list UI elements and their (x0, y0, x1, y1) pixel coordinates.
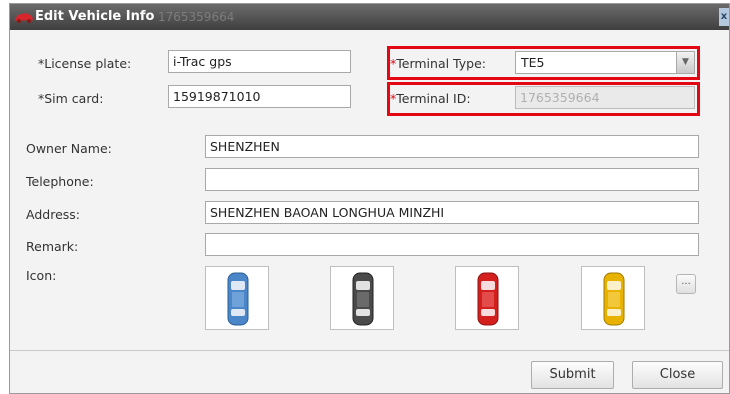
license-plate-label: *License plate: (38, 56, 132, 71)
dialog-title: Edit Vehicle Info (35, 9, 155, 24)
car-black-icon (352, 272, 374, 326)
car-blue-icon-option[interactable] (205, 266, 269, 330)
owner-name-label: Owner Name: (26, 141, 112, 156)
chevron-down-icon[interactable]: ▼ (676, 52, 694, 73)
car-yellow-icon-option[interactable] (581, 266, 645, 330)
car-black-icon-option[interactable] (330, 266, 394, 330)
address-input[interactable]: SHENZHEN BAOAN LONGHUA MINZHI (205, 201, 699, 224)
car-logo-icon (15, 13, 33, 23)
edit-vehicle-dialog: Edit Vehicle Info 1765359664 x *License … (9, 3, 730, 394)
terminal-type-select[interactable]: TE5 ▼ (515, 51, 695, 74)
terminal-id-label-text: Terminal ID: (396, 91, 471, 106)
submit-button[interactable]: Submit (531, 361, 614, 389)
owner-name-input[interactable]: SHENZHEN (205, 135, 699, 158)
sim-card-input[interactable]: 15919871010 (168, 85, 351, 108)
address-label: Address: (26, 207, 80, 222)
telephone-label: Telephone: (26, 174, 94, 189)
car-yellow-icon (603, 272, 625, 326)
sim-card-label: *Sim card: (38, 91, 104, 106)
remark-input[interactable] (205, 233, 699, 256)
remark-label: Remark: (26, 239, 79, 254)
terminal-type-label: *Terminal Type: (390, 56, 486, 71)
close-button[interactable]: Close (632, 361, 723, 389)
terminal-id-input: 1765359664 (515, 86, 695, 109)
dialog-titlebar[interactable]: Edit Vehicle Info 1765359664 x (10, 4, 729, 30)
car-red-icon-option[interactable] (455, 266, 519, 330)
footer-divider (10, 350, 729, 351)
terminal-type-value: TE5 (521, 55, 545, 70)
car-blue-icon (227, 272, 249, 326)
title-ghost-text: 1765359664 (158, 10, 235, 24)
license-plate-input[interactable]: i-Trac gps (168, 50, 351, 73)
telephone-input[interactable] (205, 168, 699, 191)
terminal-type-label-text: Terminal Type: (396, 56, 486, 71)
car-red-icon (477, 272, 499, 326)
icon-label: Icon: (26, 268, 57, 283)
more-icons-button[interactable]: ... (676, 274, 696, 294)
terminal-id-label: *Terminal ID: (390, 91, 471, 106)
close-icon[interactable]: x (719, 8, 729, 26)
